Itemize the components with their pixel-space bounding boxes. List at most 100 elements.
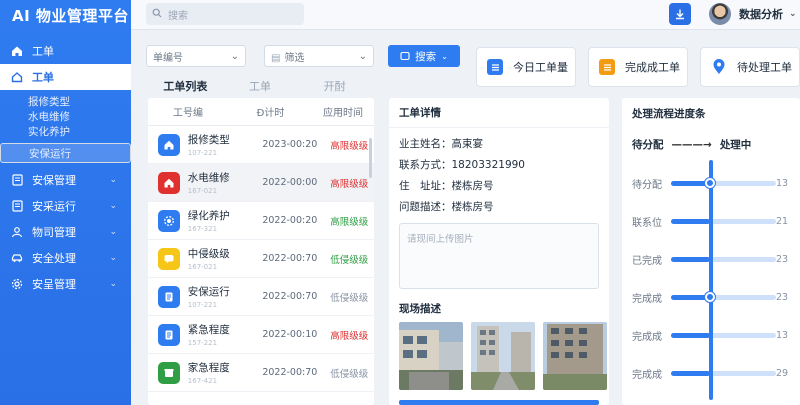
chevron-down-icon: ⌄ — [109, 279, 117, 289]
doc-icon — [10, 173, 24, 187]
table-row[interactable]: 水电维修 167-021 2022-00:00 高限级级 — [148, 164, 374, 202]
search-button[interactable]: 搜索 ⌄ — [388, 45, 460, 67]
image-upload-area[interactable]: 请现间上传图片 — [399, 223, 599, 289]
row-priority: 高限级级 — [330, 140, 369, 152]
sidebar: AI 物业管理平台 工单 工单 报修类型 水电维修 实化养护 安保运行 安保管理… — [0, 0, 131, 405]
table-row[interactable]: 报修类型 107-221 2023-00:20 高限级级 — [148, 126, 374, 164]
filter-select[interactable]: ▤ 筛选 ⌄ — [264, 45, 374, 67]
progress-label: 联系位 — [632, 217, 662, 229]
site-photo[interactable] — [471, 322, 535, 390]
progress-label: 完成成 — [632, 331, 662, 343]
site-photo[interactable] — [399, 322, 463, 390]
chevron-down-icon: ⌄ — [230, 50, 239, 62]
field-key: 联系方式： — [399, 159, 452, 171]
sidebar-subitem-greening[interactable]: 实化养护 — [0, 124, 131, 139]
sidebar-subitem-repair-type[interactable]: 报修类型 — [0, 94, 131, 109]
scrollbar[interactable] — [369, 138, 372, 178]
order-list-panel: 工号编 Ð计时 应用时间 报修类型 107-221 2023-00:20 高限级级 水电… — [148, 98, 374, 405]
box-icon — [158, 361, 180, 384]
row-priority: 高限级级 — [330, 216, 369, 228]
row-name: 绿化养护 — [187, 210, 230, 222]
photo-gallery — [389, 322, 609, 390]
progress-value: 29 — [776, 367, 789, 379]
photos-title: 现场描述 — [399, 303, 441, 315]
stat-card-pending[interactable]: 待处理工单 — [700, 47, 800, 87]
document-icon — [158, 323, 180, 346]
user-menu[interactable]: 数据分析 ⌄ — [709, 3, 797, 25]
row-name: 安保运行 — [187, 286, 230, 298]
flow-from: 待分配 — [632, 139, 664, 151]
sidebar-subitem-utility-repair[interactable]: 水电维修 — [0, 109, 131, 124]
table-row[interactable]: 中侵级级 167-021 2022-00:70 低侵级级 — [148, 240, 374, 278]
stat-card-label: 完成成工单 — [625, 61, 680, 74]
progress-bar — [671, 256, 776, 262]
field-value: 高束宴 — [451, 138, 484, 150]
user-name: 数据分析 — [739, 8, 783, 21]
progress-label: 完成成 — [632, 293, 662, 305]
search-input[interactable]: 搜索 — [146, 3, 304, 25]
order-detail-panel: 工单详情 业主姓名： 高束宴 联系方式： 18203321990 住 址址： 楼栋房号… — [389, 98, 609, 405]
sidebar-item-label: 安呈管理 — [32, 278, 76, 291]
row-code: 157-221 — [187, 339, 218, 347]
site-photo[interactable] — [543, 322, 607, 390]
home-icon — [158, 133, 180, 156]
table-row[interactable]: 紧急程度 157-221 2022-00:10 高限级级 — [148, 316, 374, 354]
row-date: 2022-00:70 — [262, 367, 318, 378]
doc-icon — [599, 59, 615, 75]
person-icon — [10, 225, 24, 239]
progress-bar — [671, 294, 776, 300]
arrow-right-icon: ———→ — [671, 138, 712, 151]
sidebar-item-label: 安保管理 — [32, 174, 76, 187]
filter-select-value: ▤ 筛选 — [271, 49, 304, 64]
sidebar-item-safety[interactable]: 安全处理 ⌄ — [0, 245, 131, 271]
field-key: 问题描述： — [399, 201, 452, 213]
row-date: 2022-00:00 — [262, 177, 318, 188]
progress-bar — [671, 370, 776, 376]
sidebar-item-property-mgmt[interactable]: 物司管理 ⌄ — [0, 219, 131, 245]
tab-orders[interactable]: 工单 — [223, 78, 298, 96]
progress-fill — [671, 218, 710, 224]
table-row[interactable]: 绿化养护 167-321 2022-00:20 高限级级 — [148, 202, 374, 240]
stat-card-completed[interactable]: 完成成工单 — [588, 47, 688, 87]
home-icon — [10, 44, 24, 58]
progress-label: 已完成 — [632, 255, 662, 267]
car-icon — [10, 251, 24, 265]
sidebar-item-workorder[interactable]: 工单 — [0, 38, 131, 64]
row-date: 2022-00:70 — [262, 253, 318, 264]
row-code: 167-021 — [187, 263, 218, 271]
sidebar-item-workorder-active[interactable]: 工单 — [0, 64, 131, 90]
progress-title: 处理流程进度条 — [632, 108, 706, 120]
progress-marker[interactable] — [705, 178, 715, 188]
download-button[interactable] — [669, 3, 691, 25]
chevron-down-icon: ⌄ — [109, 227, 117, 237]
table-row[interactable]: 安保运行 107-221 2022-00:70 低侵级级 — [148, 278, 374, 316]
progress-label: 待分配 — [632, 179, 662, 191]
table-header: 工号编 Ð计时 应用时间 — [148, 98, 374, 126]
sidebar-item-settings[interactable]: 安呈管理 ⌄ — [0, 271, 131, 297]
home-outline-icon — [10, 70, 24, 84]
chevron-down-icon: ⌄ — [789, 9, 797, 19]
row-priority: 低侵级级 — [330, 368, 369, 380]
sidebar-item-security-mgmt[interactable]: 安保管理 ⌄ — [0, 167, 131, 193]
submit-button[interactable] — [399, 400, 599, 405]
progress-flow: 待分配 ———→ 处理中 — [622, 129, 800, 160]
sidebar-subitem-security-run[interactable]: 安保运行 — [0, 143, 131, 163]
row-title: 紧急程度 157-221 — [188, 322, 255, 347]
tab-order-list[interactable]: 工单列表 — [148, 78, 223, 96]
order-number-select[interactable]: 单编号 ⌄ — [146, 45, 246, 67]
gear-icon — [158, 209, 180, 232]
row-name: 水电维修 — [187, 172, 230, 184]
column-header: 应用时间 — [323, 108, 363, 119]
chevron-down-icon: ⌄ — [109, 201, 117, 211]
progress-marker[interactable] — [705, 292, 715, 302]
doc-icon — [10, 199, 24, 213]
progress-value: 23 — [776, 253, 789, 265]
stat-card-today[interactable]: 今日工单量 — [476, 47, 576, 87]
tab-open[interactable]: 开酎 — [297, 78, 372, 96]
detail-field-contact: 联系方式： 18203321990 — [389, 154, 609, 175]
upload-placeholder: 请现间上传图片 — [407, 234, 474, 245]
progress-fill — [671, 256, 710, 262]
table-row[interactable]: 家急程度 167-421 2022-00:70 低侵级级 — [148, 354, 374, 392]
row-code: 167-421 — [187, 377, 218, 385]
sidebar-item-security-ops[interactable]: 安采运行 ⌄ — [0, 193, 131, 219]
